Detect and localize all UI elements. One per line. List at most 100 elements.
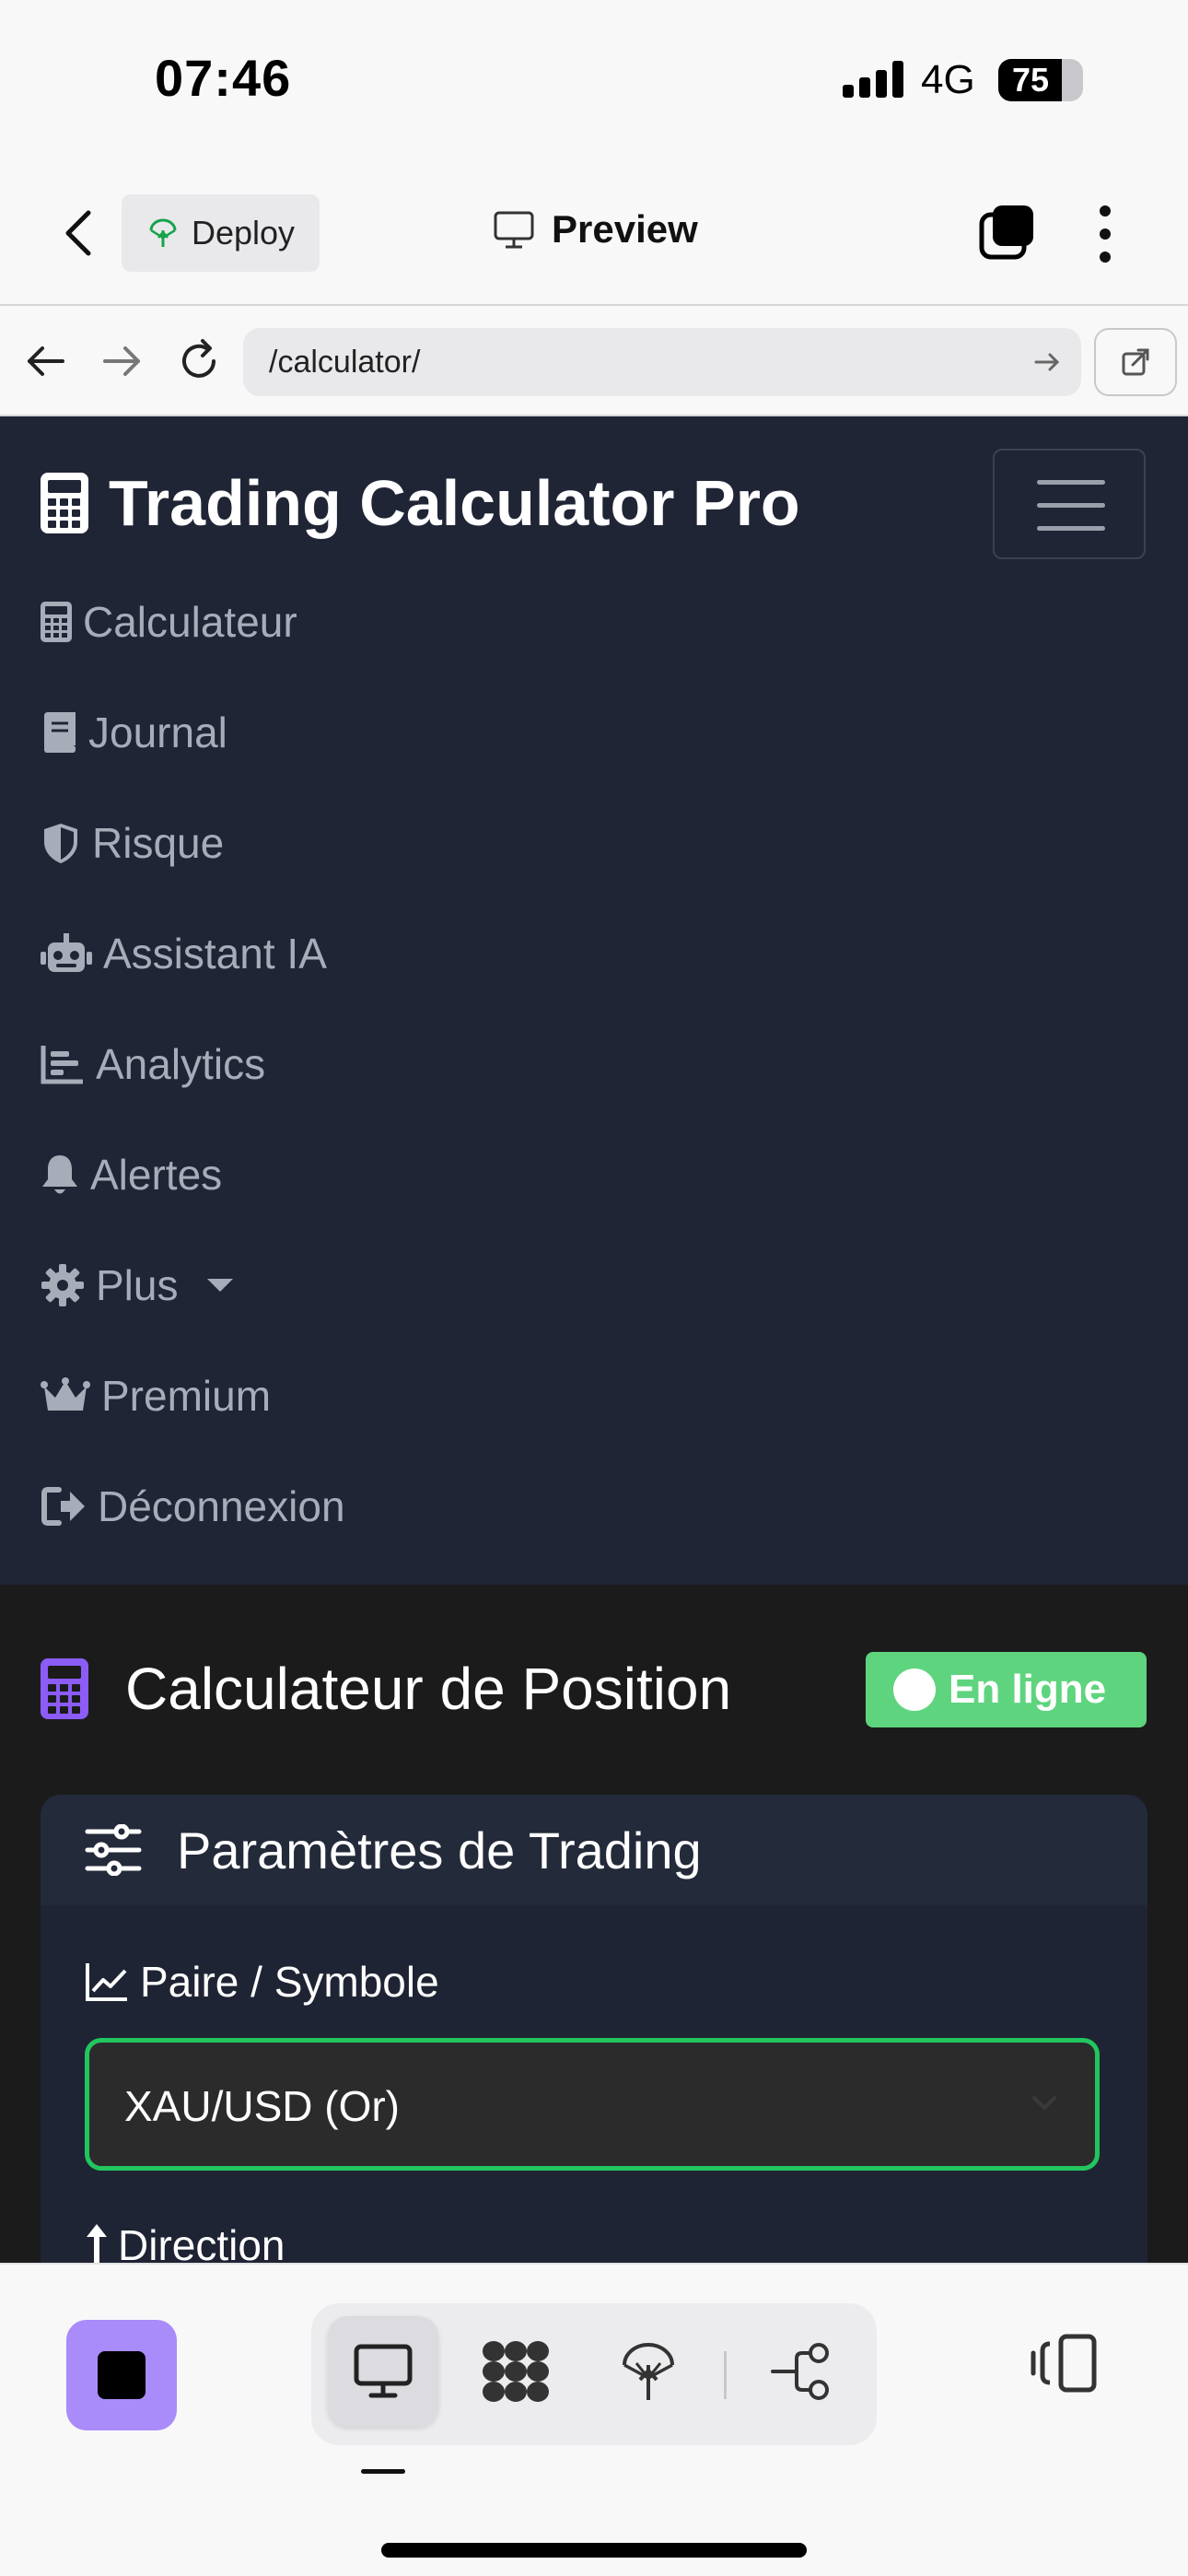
code-view-button[interactable] xyxy=(460,2316,571,2427)
arrow-right-icon xyxy=(103,346,140,376)
workflow-icon xyxy=(771,2343,829,2400)
nav-item-label: Risque xyxy=(92,819,225,867)
status-time: 07:46 xyxy=(155,49,292,107)
nav-item-plus[interactable]: Plus xyxy=(41,1253,234,1317)
symbol-label: Paire / Symbole xyxy=(140,1958,439,2006)
app-header: Deploy Preview xyxy=(0,161,1188,306)
symbol-select-value: XAU/USD (Or) xyxy=(124,2082,400,2130)
chart-bar-icon xyxy=(41,1046,83,1084)
page-title: Calculateur de Position xyxy=(41,1655,731,1723)
symbol-field-label: Paire / Symbole xyxy=(85,1957,439,2007)
symbol-select[interactable]: XAU/USD (Or) xyxy=(85,2038,1100,2171)
segment-divider xyxy=(724,2351,727,2399)
nav-item-assistant-ia[interactable]: Assistant IA xyxy=(41,921,327,986)
nav-item-label: Plus xyxy=(96,1261,179,1309)
view-switcher xyxy=(311,2303,877,2445)
browser-back-button[interactable] xyxy=(22,337,70,385)
status-dot-icon xyxy=(893,1669,936,1711)
nav-item-deconnexion[interactable]: Déconnexion xyxy=(41,1474,345,1539)
nav-item-label: Calculateur xyxy=(83,598,297,646)
arrows-up-down-icon xyxy=(87,2224,107,2263)
tabs-button[interactable] xyxy=(978,204,1035,261)
deploy-button[interactable]: Deploy xyxy=(122,194,320,272)
nav-item-analytics[interactable]: Analytics xyxy=(41,1032,265,1096)
caret-down-icon xyxy=(207,1279,234,1292)
status-badge-label: En ligne xyxy=(949,1667,1107,1712)
bell-icon xyxy=(42,1155,77,1194)
url-input[interactable]: /calculator/ xyxy=(243,328,1081,396)
site-navbar: Trading Calculator Pro Calculateur Journ… xyxy=(0,416,1188,1585)
bottom-toolbar xyxy=(0,2263,1188,2576)
more-vertical-icon xyxy=(1100,205,1111,263)
monitor-icon xyxy=(494,211,534,249)
deploy-label: Deploy xyxy=(192,214,296,252)
trading-params-card: Paramètres de Trading Paire / Symbole XA… xyxy=(41,1795,1147,2263)
chevron-down-icon xyxy=(1032,2096,1056,2111)
chevron-left-icon xyxy=(65,210,91,256)
stop-icon xyxy=(98,2351,146,2399)
signal-icon xyxy=(843,61,905,98)
deploy-icon xyxy=(623,2343,674,2400)
shield-icon xyxy=(44,824,77,863)
nav-item-label: Assistant IA xyxy=(103,930,327,978)
nav-item-journal[interactable]: Journal xyxy=(41,700,227,765)
go-arrow-icon[interactable] xyxy=(1031,346,1063,378)
direction-field-label: Direction xyxy=(85,2220,285,2263)
direction-label: Direction xyxy=(118,2221,285,2263)
hamburger-bar xyxy=(1037,503,1105,508)
nav-item-label: Journal xyxy=(88,708,227,756)
browser-forward-button[interactable] xyxy=(98,337,146,385)
reload-icon xyxy=(182,339,215,378)
deploy-view-button[interactable] xyxy=(593,2316,704,2427)
calculator-icon xyxy=(41,602,72,642)
reload-button[interactable] xyxy=(175,337,223,385)
battery-label: 75 xyxy=(1011,61,1050,99)
nav-item-label: Déconnexion xyxy=(98,1482,345,1530)
nav-item-label: Premium xyxy=(101,1372,272,1420)
more-button[interactable] xyxy=(1087,202,1124,266)
address-bar: /calculator/ xyxy=(0,308,1188,416)
brand[interactable]: Trading Calculator Pro xyxy=(41,466,800,540)
nav-item-premium[interactable]: Premium xyxy=(41,1364,271,1428)
hamburger-bar xyxy=(1037,480,1105,485)
external-link-icon xyxy=(1122,348,1149,376)
battery-icon: 75 xyxy=(998,59,1083,101)
open-external-button[interactable] xyxy=(1094,328,1177,396)
status-bar: 07:46 4G 75 xyxy=(0,0,1188,161)
crown-icon xyxy=(41,1377,90,1411)
card-title: Paramètres de Trading xyxy=(177,1821,702,1879)
workflow-view-button[interactable] xyxy=(746,2316,856,2427)
stop-button[interactable] xyxy=(66,2320,177,2430)
status-badge: En ligne xyxy=(866,1652,1147,1727)
brand-name: Trading Calculator Pro xyxy=(109,467,800,539)
sliders-icon xyxy=(85,1824,142,1876)
calculator-icon xyxy=(41,473,88,533)
navbar-toggler[interactable] xyxy=(993,449,1146,559)
main-content: Calculateur de Position En ligne Paramèt… xyxy=(0,1585,1188,2263)
nav-item-label: Analytics xyxy=(96,1040,266,1088)
home-indicator[interactable] xyxy=(381,2543,807,2558)
page-title-text: Calculateur de Position xyxy=(125,1656,732,1722)
logout-icon xyxy=(41,1487,85,1526)
hamburger-bar xyxy=(1037,526,1105,531)
url-text: /calculator/ xyxy=(269,345,421,380)
deploy-icon xyxy=(149,218,177,247)
back-button[interactable] xyxy=(57,205,101,261)
preview-label: Preview xyxy=(552,207,698,251)
desktop-view-button[interactable] xyxy=(328,2316,438,2427)
preview-title: Preview xyxy=(493,207,698,252)
card-header: Paramètres de Trading xyxy=(41,1795,1147,1905)
side-panel-button[interactable] xyxy=(1030,2331,1100,2414)
nav-item-label: Alertes xyxy=(90,1151,223,1199)
book-icon xyxy=(44,712,76,753)
nav-item-alertes[interactable]: Alertes xyxy=(41,1142,222,1207)
battery-cap xyxy=(1077,72,1083,88)
chart-line-icon xyxy=(86,1963,127,2001)
sidebar-icon xyxy=(1031,2334,1097,2393)
tabs-icon xyxy=(979,205,1033,260)
robot-icon xyxy=(41,933,92,972)
monitor-icon xyxy=(354,2344,413,2398)
active-indicator xyxy=(361,2469,405,2474)
nav-item-calculateur[interactable]: Calculateur xyxy=(41,590,297,654)
nav-item-risque[interactable]: Risque xyxy=(41,811,224,875)
